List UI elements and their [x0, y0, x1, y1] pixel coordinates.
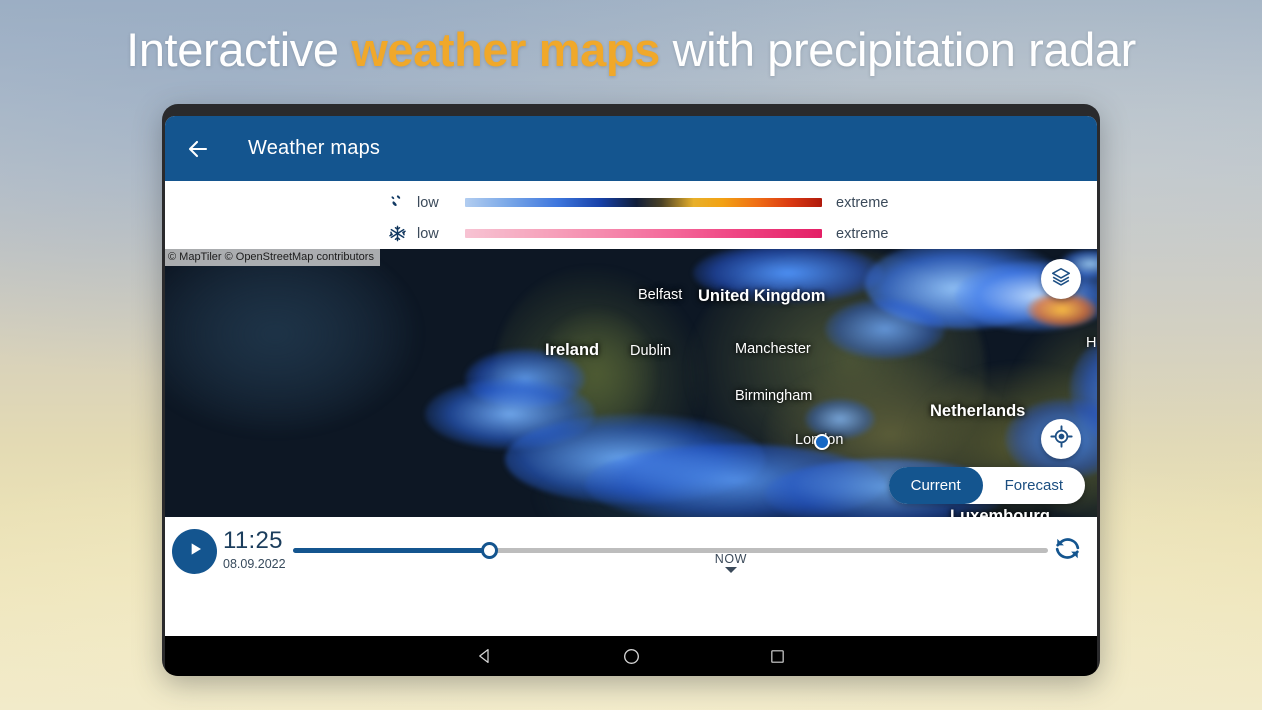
- android-nav-bar: [165, 636, 1097, 676]
- timeline-time: 11:25: [223, 527, 283, 554]
- play-button[interactable]: [172, 529, 217, 574]
- precipitation-legend: low extreme low extreme: [165, 181, 1097, 249]
- legend-low-label-rain: low: [417, 194, 439, 211]
- legend-row-snow: low extreme: [165, 218, 1097, 249]
- locate-me-button[interactable]: [1041, 419, 1081, 459]
- current-location-marker[interactable]: [814, 434, 830, 450]
- nav-home-circle-icon[interactable]: [618, 643, 644, 669]
- slider-fill: [293, 548, 490, 553]
- mode-forecast-button[interactable]: Forecast: [983, 467, 1085, 504]
- page-root: Interactive weather maps with precipitat…: [0, 0, 1262, 710]
- legend-extreme-label-snow: extreme: [836, 225, 889, 242]
- nav-recents-square-icon[interactable]: [764, 643, 790, 669]
- map-label-netherlands: Netherlands: [930, 402, 1026, 420]
- map-label-belfast: Belfast: [638, 287, 683, 303]
- map-label-ireland: Ireland: [545, 341, 600, 359]
- layers-stack-icon: [1050, 266, 1072, 293]
- timeline-controls: 11:25 08.09.2022 NOW: [165, 517, 1097, 585]
- slider-thumb[interactable]: [481, 542, 499, 559]
- map-label-united-kingdom: United Kingdom: [698, 287, 826, 305]
- now-label: NOW: [714, 552, 748, 566]
- legend-gradient-rain: [465, 198, 822, 207]
- arrow-left-icon[interactable]: [181, 132, 215, 166]
- nav-back-triangle-icon[interactable]: [472, 643, 498, 669]
- map-mode-toggle[interactable]: Current Forecast: [888, 467, 1085, 504]
- legend-row-rain: low extreme: [165, 187, 1097, 218]
- page-title: Weather maps: [248, 137, 381, 159]
- page-headline: Interactive weather maps with precipitat…: [0, 16, 1262, 84]
- layers-button[interactable]: [1041, 259, 1081, 299]
- timeline-timestamp: 11:25 08.09.2022: [223, 527, 303, 572]
- refresh-button[interactable]: [1047, 531, 1087, 571]
- tablet-device: Weather maps low extreme low extreme © M…: [162, 104, 1100, 676]
- map-label-luxembourg: Luxembourg: [950, 507, 1050, 517]
- map-terrain: [165, 249, 425, 439]
- snowflake-icon: [387, 224, 407, 244]
- timeline-date: 08.09.2022: [223, 557, 286, 571]
- timeline-slider[interactable]: NOW: [293, 542, 1048, 573]
- headline-accent: weather maps: [351, 23, 660, 76]
- legend-gradient-snow: [465, 229, 822, 238]
- map-label-hamburg: H: [1086, 335, 1097, 351]
- mode-current-button[interactable]: Current: [888, 467, 983, 504]
- map-label-dublin: Dublin: [630, 343, 672, 359]
- legend-low-label-snow: low: [417, 225, 439, 242]
- radar-blob: [825, 299, 945, 359]
- rain-drops-icon: [387, 193, 407, 213]
- headline-part2: with precipitation radar: [659, 23, 1137, 76]
- now-caret-icon: [724, 567, 737, 573]
- play-icon: [185, 539, 205, 564]
- legend-extreme-label-rain: extreme: [836, 194, 889, 211]
- weather-map[interactable]: © MapTiler © OpenStreetMap contributors …: [165, 249, 1097, 517]
- app-bar: Weather maps: [165, 116, 1097, 181]
- map-attribution: © MapTiler © OpenStreetMap contributors: [165, 249, 380, 266]
- crosshair-locate-icon: [1049, 425, 1073, 453]
- map-label-birmingham: Birmingham: [735, 388, 813, 404]
- refresh-icon: [1052, 533, 1083, 569]
- device-screen: Weather maps low extreme low extreme © M…: [165, 116, 1097, 664]
- map-label-manchester: Manchester: [735, 341, 811, 357]
- headline-part1: Interactive: [126, 23, 352, 76]
